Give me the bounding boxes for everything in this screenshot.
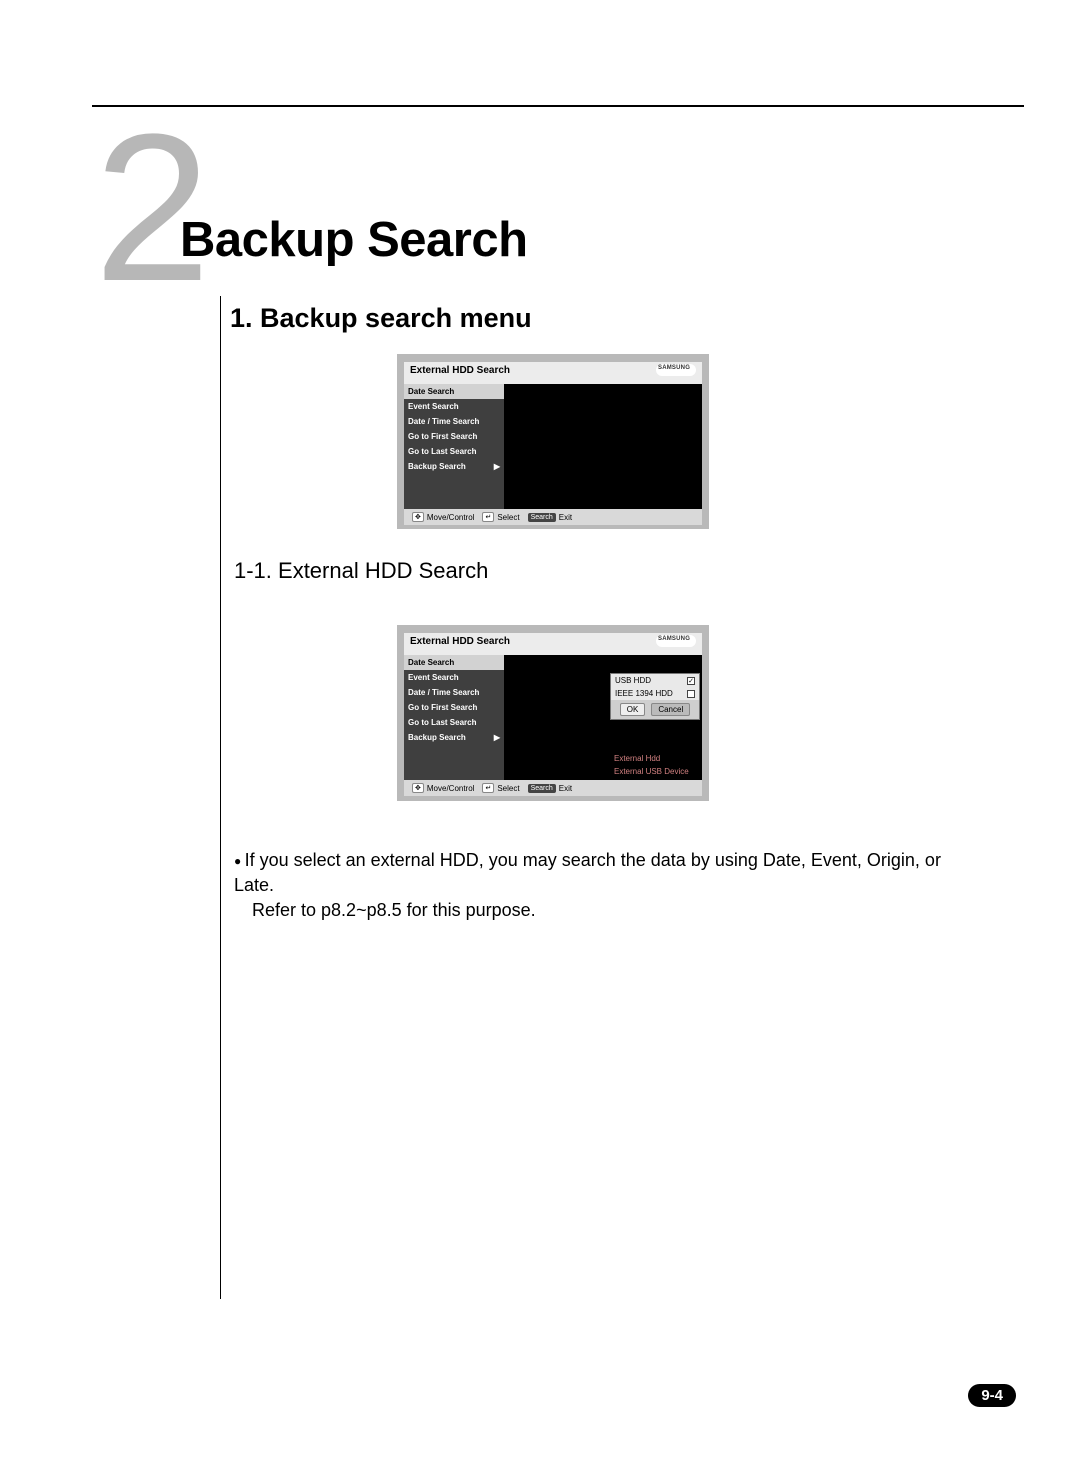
menu-item-label: Go to First Search bbox=[408, 432, 477, 441]
footer-exit-hint: Search Exit bbox=[528, 513, 573, 522]
shot1-menu-date-time-search[interactable]: Date / Time Search bbox=[404, 414, 504, 429]
footer-select-hint: ↵ Select bbox=[482, 783, 519, 793]
subitem-external-usb[interactable]: External USB Device bbox=[610, 765, 693, 778]
menu-item-label: Date Search bbox=[408, 387, 454, 396]
shot2-menu-go-last[interactable]: Go to Last Search bbox=[404, 715, 504, 730]
shot1-menu-backup-search[interactable]: Backup Search ▶ bbox=[404, 459, 504, 474]
ok-button[interactable]: OK bbox=[620, 703, 646, 716]
footer-exit-label: Exit bbox=[559, 513, 572, 522]
menu-item-label: Go to Last Search bbox=[408, 447, 476, 456]
dpad-icon: ✥ bbox=[412, 512, 424, 522]
shot1-menu-date-search[interactable]: Date Search bbox=[404, 384, 504, 399]
menu-item-label: Date / Time Search bbox=[408, 417, 479, 426]
screenshot-2: External HDD Search Date Search Event Se… bbox=[397, 625, 709, 801]
footer-move-label: Move/Control bbox=[427, 784, 475, 793]
shot1-menu-event-search[interactable]: Event Search bbox=[404, 399, 504, 414]
shot1-menu: Date Search Event Search Date / Time Sea… bbox=[404, 384, 504, 509]
shot1-video-area bbox=[504, 384, 702, 509]
popup-row-usb-hdd[interactable]: USB HDD ✓ bbox=[611, 674, 699, 687]
shot2-menu-date-time-search[interactable]: Date / Time Search bbox=[404, 685, 504, 700]
checkbox-icon[interactable]: ✓ bbox=[687, 677, 695, 685]
enter-key-icon: ↵ bbox=[482, 783, 494, 793]
backup-subitems: External Hdd External USB Device bbox=[610, 752, 693, 778]
footer-select-label: Select bbox=[497, 513, 519, 522]
shot2-title-text: External HDD Search bbox=[410, 636, 510, 647]
screenshot-1: External HDD Search Date Search Event Se… bbox=[397, 354, 709, 529]
shot2-titlebar: External HDD Search bbox=[404, 633, 702, 655]
footer-move-label: Move/Control bbox=[427, 513, 475, 522]
page-number-badge: 9-4 bbox=[968, 1384, 1016, 1407]
footer-exit-hint: Search Exit bbox=[528, 784, 573, 793]
menu-item-label: Go to First Search bbox=[408, 703, 477, 712]
shot1-menu-go-last[interactable]: Go to Last Search bbox=[404, 444, 504, 459]
dpad-icon: ✥ bbox=[412, 783, 424, 793]
section-heading: 1. Backup search menu bbox=[230, 303, 532, 334]
samsung-logo-icon bbox=[656, 364, 696, 376]
shot2-menu-date-search[interactable]: Date Search bbox=[404, 655, 504, 670]
external-hdd-popup: USB HDD ✓ IEEE 1394 HDD OK Cancel bbox=[610, 673, 700, 720]
popup-row-label: IEEE 1394 HDD bbox=[615, 689, 673, 698]
samsung-logo-icon bbox=[656, 635, 696, 647]
body-bullet: If you select an external HDD, you may s… bbox=[234, 848, 960, 898]
shot2-body: Date Search Event Search Date / Time Sea… bbox=[404, 655, 702, 780]
menu-item-label: Go to Last Search bbox=[408, 718, 476, 727]
top-rule bbox=[92, 105, 1024, 107]
shot1-menu-go-first[interactable]: Go to First Search bbox=[404, 429, 504, 444]
chevron-right-icon: ▶ bbox=[494, 462, 500, 471]
menu-item-label: Event Search bbox=[408, 402, 459, 411]
shot2-footer: ✥ Move/Control ↵ Select Search Exit bbox=[404, 780, 702, 796]
footer-move-hint: ✥ Move/Control bbox=[412, 512, 474, 522]
shot2-menu-go-first[interactable]: Go to First Search bbox=[404, 700, 504, 715]
menu-item-label: Backup Search bbox=[408, 733, 466, 742]
chevron-right-icon: ▶ bbox=[494, 733, 500, 742]
shot1-titlebar: External HDD Search bbox=[404, 362, 702, 384]
shot2-menu-event-search[interactable]: Event Search bbox=[404, 670, 504, 685]
popup-buttons: OK Cancel bbox=[611, 700, 699, 719]
menu-item-label: Date Search bbox=[408, 658, 454, 667]
checkbox-icon[interactable] bbox=[687, 690, 695, 698]
chapter-number: 2 bbox=[94, 103, 203, 313]
shot2-menu-backup-search[interactable]: Backup Search ▶ bbox=[404, 730, 504, 745]
search-key-icon: Search bbox=[528, 513, 556, 522]
body-paragraph: If you select an external HDD, you may s… bbox=[234, 848, 960, 924]
footer-select-label: Select bbox=[497, 784, 519, 793]
footer-exit-label: Exit bbox=[559, 784, 572, 793]
popup-row-ieee1394[interactable]: IEEE 1394 HDD bbox=[611, 687, 699, 700]
search-key-icon: Search bbox=[528, 784, 556, 793]
vertical-rule bbox=[220, 296, 221, 1299]
cancel-button[interactable]: Cancel bbox=[651, 703, 690, 716]
shot1-body: Date Search Event Search Date / Time Sea… bbox=[404, 384, 702, 509]
subitem-external-hdd[interactable]: External Hdd bbox=[610, 752, 693, 765]
shot1-footer: ✥ Move/Control ↵ Select Search Exit bbox=[404, 509, 702, 525]
popup-row-label: USB HDD bbox=[615, 676, 651, 685]
footer-select-hint: ↵ Select bbox=[482, 512, 519, 522]
enter-key-icon: ↵ bbox=[482, 512, 494, 522]
menu-item-label: Event Search bbox=[408, 673, 459, 682]
footer-move-hint: ✥ Move/Control bbox=[412, 783, 474, 793]
menu-item-label: Date / Time Search bbox=[408, 688, 479, 697]
chapter-title: Backup Search bbox=[180, 212, 528, 268]
subsection-heading: 1-1. External HDD Search bbox=[234, 558, 488, 584]
shot2-menu: Date Search Event Search Date / Time Sea… bbox=[404, 655, 504, 780]
body-refer: Refer to p8.2~p8.5 for this purpose. bbox=[252, 898, 960, 923]
menu-item-label: Backup Search bbox=[408, 462, 466, 471]
shot2-video-area: USB HDD ✓ IEEE 1394 HDD OK Cancel Extern… bbox=[504, 655, 702, 780]
shot1-title-text: External HDD Search bbox=[410, 365, 510, 376]
